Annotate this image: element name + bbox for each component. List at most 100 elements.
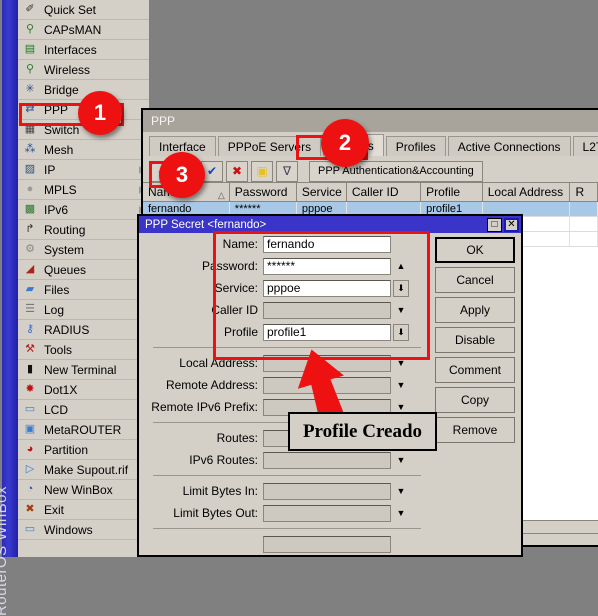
- field-row-ipv6-routes: IPv6 Routes: ▼: [139, 449, 433, 471]
- ppp-tab-bar[interactable]: InterfacePPPoE ServersSecretsProfilesAct…: [143, 132, 598, 156]
- ppp-window-title: PPP: [151, 114, 176, 128]
- toolbar-comment-button[interactable]: ▣: [251, 160, 273, 182]
- chevron-down-icon[interactable]: ▼: [393, 452, 409, 469]
- tab-l2tp-secrets[interactable]: L2TP Secrets: [572, 136, 598, 156]
- sidebar-item-label: Interfaces: [44, 42, 97, 57]
- sidebar-item-ipv6[interactable]: ▩ IPv6: [18, 200, 149, 220]
- sidebar-item-metarouter[interactable]: ▣ MetaROUTER: [18, 420, 149, 440]
- sidebar-item-label: Make Supout.rif: [44, 462, 129, 477]
- sidebar-item-new-terminal[interactable]: ▮ New Terminal: [18, 360, 149, 380]
- column-header-caller-id[interactable]: Caller ID: [347, 183, 422, 201]
- column-header-local-address[interactable]: Local Address: [483, 183, 571, 201]
- close-icon[interactable]: ✕: [504, 217, 519, 232]
- chevron-down-icon[interactable]: ▼: [393, 483, 409, 500]
- sidebar-item-label: New Terminal: [44, 362, 117, 377]
- sidebar-menu[interactable]: ✐ Quick Set ⚲ CAPsMAN ▤ Interfaces ⚲ Wireless ✳ B…: [18, 0, 150, 557]
- secrets-table-header[interactable]: Name △ Password Service Caller ID Profile Loca…: [143, 182, 598, 202]
- sidebar-item-log[interactable]: ☰ Log: [18, 300, 149, 320]
- field-row-limit-bytes-out: Limit Bytes Out: ▼: [139, 502, 433, 524]
- sidebar-item-wireless[interactable]: ⚲ Wireless: [18, 60, 149, 80]
- sidebar-item-quick-set[interactable]: ✐ Quick Set: [18, 0, 149, 20]
- sidebar-item-system[interactable]: ⚙ System: [18, 240, 149, 260]
- apply-button[interactable]: Apply: [435, 297, 515, 323]
- sidebar-item-capsman[interactable]: ⚲ CAPsMAN: [18, 20, 149, 40]
- table-cell-r: [570, 202, 598, 216]
- table-cell-empty: [570, 232, 598, 246]
- partition-icon: ◕: [26, 443, 34, 455]
- sidebar-item-mesh[interactable]: ⁂ Mesh: [18, 140, 149, 160]
- cancel-button[interactable]: Cancel: [435, 267, 515, 293]
- sidebar-item-interfaces[interactable]: ▤ Interfaces: [18, 40, 149, 60]
- sidebar-item-label: Partition: [44, 442, 89, 457]
- queues-icon: ◢: [25, 263, 35, 275]
- field-label-remote-ipv6-prefix: Remote IPv6 Prefix:: [151, 400, 258, 414]
- sidebar-item-label: Log: [44, 302, 65, 317]
- sidebar-item-label: Routing: [44, 222, 86, 237]
- antenna-icon: ⚲: [25, 23, 35, 35]
- column-header-service[interactable]: Service: [297, 183, 347, 201]
- sidebar-item-exit[interactable]: ✖ Exit: [18, 500, 149, 520]
- field-group-divider: [153, 528, 421, 529]
- ip-icon: ▨: [24, 163, 36, 175]
- ipv6-icon: ▩: [24, 203, 36, 215]
- field-input-limit-bytes-in[interactable]: [263, 482, 391, 500]
- sidebar-item-files[interactable]: ▰ Files: [18, 280, 149, 300]
- ok-button[interactable]: OK: [435, 237, 515, 263]
- remove-button[interactable]: Remove: [435, 417, 515, 443]
- sidebar-item-radius[interactable]: ⚷ RADIUS: [18, 320, 149, 340]
- tab-profiles[interactable]: Profiles: [385, 136, 446, 156]
- column-header-r[interactable]: R: [570, 183, 598, 201]
- sidebar-item-label: Wireless: [44, 62, 91, 77]
- sidebar-item-make-supout-rif[interactable]: ▷ Make Supout.rif: [18, 460, 149, 480]
- field-row-remote-address: Remote Address: ▼: [139, 374, 433, 396]
- step-badge-3: 3: [159, 152, 205, 198]
- chevron-down-icon[interactable]: ▼: [393, 505, 409, 522]
- tab-active-connections[interactable]: Active Connections: [447, 136, 571, 156]
- chevron-down-icon[interactable]: ▼: [393, 377, 409, 394]
- field-input-clipped[interactable]: [263, 535, 391, 553]
- tools-icon: ⚒: [25, 343, 35, 355]
- step-badge-2: 2: [321, 119, 369, 167]
- step-badge-1-number: 1: [93, 100, 107, 125]
- mpls-icon: ●: [26, 183, 34, 195]
- pencil-icon: ✐: [25, 3, 35, 15]
- sidebar-item-routing[interactable]: ↱ Routing: [18, 220, 149, 240]
- toolbar-disable-button[interactable]: ✖: [226, 160, 248, 182]
- maximize-icon[interactable]: □: [487, 217, 502, 232]
- sidebar-item-label: Quick Set: [44, 2, 97, 17]
- sidebar-item-partition[interactable]: ◕ Partition: [18, 440, 149, 460]
- field-input-ipv6-routes[interactable]: [263, 451, 391, 469]
- sidebar-item-mpls[interactable]: ● MPLS: [18, 180, 149, 200]
- column-header-profile[interactable]: Profile: [421, 183, 483, 201]
- disable-button[interactable]: Disable: [435, 327, 515, 353]
- sidebar-item-ip[interactable]: ▨ IP: [18, 160, 149, 180]
- sort-ascending-icon: △: [217, 190, 225, 200]
- column-header-label: Caller ID: [351, 185, 399, 199]
- sidebar-item-lcd[interactable]: ▭ LCD: [18, 400, 149, 420]
- sidebar-item-label: IP: [44, 162, 56, 177]
- ppp-window-titlebar[interactable]: PPP: [143, 110, 598, 132]
- step-badge-1: 1: [78, 91, 122, 135]
- sidebar-item-dot1x[interactable]: ✸ Dot1X: [18, 380, 149, 400]
- comment-button[interactable]: Comment: [435, 357, 515, 383]
- field-label-remote-address: Remote Address:: [165, 378, 258, 392]
- field-row-limit-bytes-in: Limit Bytes In: ▼: [139, 480, 433, 502]
- sidebar-item-queues[interactable]: ◢ Queues: [18, 260, 149, 280]
- field-row-clipped: [139, 533, 433, 555]
- field-input-limit-bytes-out[interactable]: [263, 504, 391, 522]
- sidebar-item-tools[interactable]: ⚒ Tools: [18, 340, 149, 360]
- sidebar-item-label: MPLS: [44, 182, 77, 197]
- highlight-secret-fields: [213, 231, 430, 360]
- sidebar-item-new-winbox[interactable]: ◔ New WinBox: [18, 480, 149, 500]
- metarouter-icon: ▣: [24, 423, 36, 435]
- sidebar-item-windows[interactable]: ▭ Windows: [18, 520, 149, 540]
- field-label-ipv6-routes: IPv6 Routes:: [189, 453, 258, 467]
- ppp-secret-dialog-title: PPP Secret <fernando>: [145, 218, 267, 231]
- terminal-icon: ▮: [26, 363, 34, 375]
- mesh-icon: ⁂: [24, 143, 36, 155]
- sidebar-item-label: Mesh: [44, 142, 74, 157]
- sidebar-item-label: System: [44, 242, 85, 257]
- toolbar-filter-button[interactable]: ∇: [276, 160, 298, 182]
- column-header-password[interactable]: Password: [230, 183, 297, 201]
- copy-button[interactable]: Copy: [435, 387, 515, 413]
